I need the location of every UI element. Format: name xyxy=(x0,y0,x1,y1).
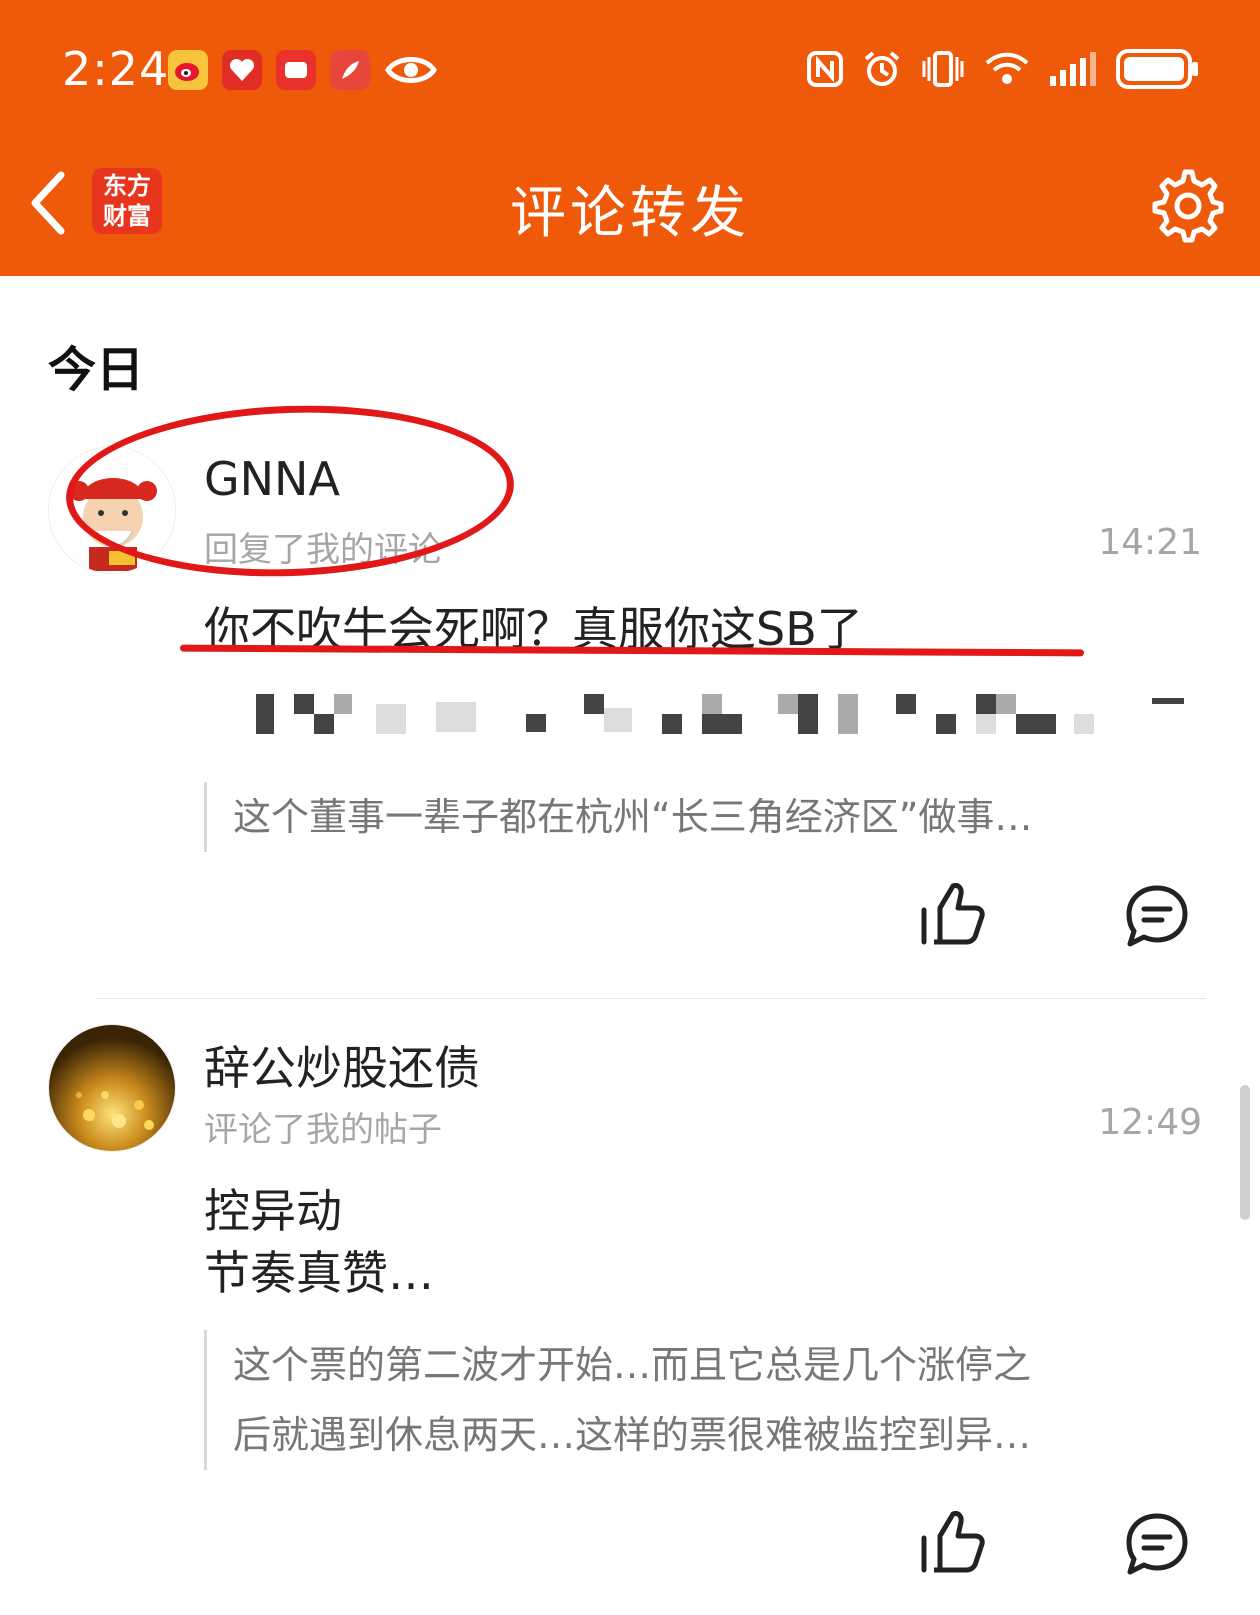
signal-icon xyxy=(1048,50,1098,92)
timestamp: 12:49 xyxy=(1098,1102,1202,1143)
page-title: 评论转发 xyxy=(510,181,750,246)
eye-icon xyxy=(384,50,438,90)
battery-icon xyxy=(1116,48,1200,94)
action-text: 回复了我的评论 xyxy=(204,530,442,570)
pinduoduo-icon xyxy=(222,50,262,90)
pixelated-redacted-text xyxy=(256,694,1206,738)
reply-button[interactable] xyxy=(1122,882,1192,952)
section-label-today: 今日 xyxy=(48,342,145,398)
weibo-icon xyxy=(168,50,208,90)
quoted-text[interactable]: 这个董事一辈子都在杭州“长三角经济区”做事… xyxy=(204,782,1194,852)
scrollbar[interactable] xyxy=(1240,1085,1250,1220)
quoted-text-line: 这个董事一辈子都在杭州“长三角经济区”做事… xyxy=(233,795,1033,839)
red-app-icon xyxy=(276,50,316,90)
thumbs-up-icon xyxy=(921,1511,985,1573)
gear-icon xyxy=(1152,169,1224,243)
divider xyxy=(96,998,1206,999)
username[interactable]: 辞公炒股还债 xyxy=(204,1032,480,1098)
feather-app-icon xyxy=(330,50,370,90)
like-button[interactable] xyxy=(918,880,988,950)
system-status-icons xyxy=(806,48,1200,94)
reply-button[interactable] xyxy=(1122,1510,1192,1580)
nfc-icon xyxy=(806,50,844,92)
notification-icons xyxy=(168,50,438,90)
timestamp: 14:21 xyxy=(1098,522,1202,563)
comment-text[interactable]: 控异动 节奏真赞… xyxy=(204,1180,1184,1304)
username[interactable]: GNNA xyxy=(204,452,340,506)
action-text: 评论了我的帖子 xyxy=(204,1110,442,1150)
thumbs-up-icon xyxy=(921,883,985,945)
quoted-text-line: 这个票的第二波才开始…而且它总是几个涨停之 xyxy=(233,1343,1032,1387)
avatar[interactable] xyxy=(48,1024,176,1152)
comment-bubble-icon xyxy=(1126,1513,1188,1575)
comment-text-line: 控异动 xyxy=(204,1184,342,1238)
quoted-text[interactable]: 这个票的第二波才开始…而且它总是几个涨停之 后就遇到休息两天…这样的票很难被监控… xyxy=(204,1330,1194,1470)
status-time: 2:24 xyxy=(62,42,170,96)
like-button[interactable] xyxy=(918,1508,988,1578)
comment-text-line: 节奏真赞… xyxy=(204,1246,434,1300)
comment-bubble-icon xyxy=(1126,885,1188,947)
avatar[interactable] xyxy=(48,446,176,574)
wifi-icon xyxy=(984,50,1030,92)
vibrate-icon xyxy=(920,49,966,93)
top-bar: 2:24 东方 财富 评论转发 xyxy=(0,0,1260,276)
settings-button[interactable] xyxy=(1150,168,1226,244)
quoted-text-line: 后就遇到休息两天…这样的票很难被监控到异… xyxy=(233,1413,1032,1457)
alarm-icon xyxy=(862,49,902,93)
comment-text[interactable]: 你不吹牛会死啊？真服你这SB了 xyxy=(204,598,1184,660)
